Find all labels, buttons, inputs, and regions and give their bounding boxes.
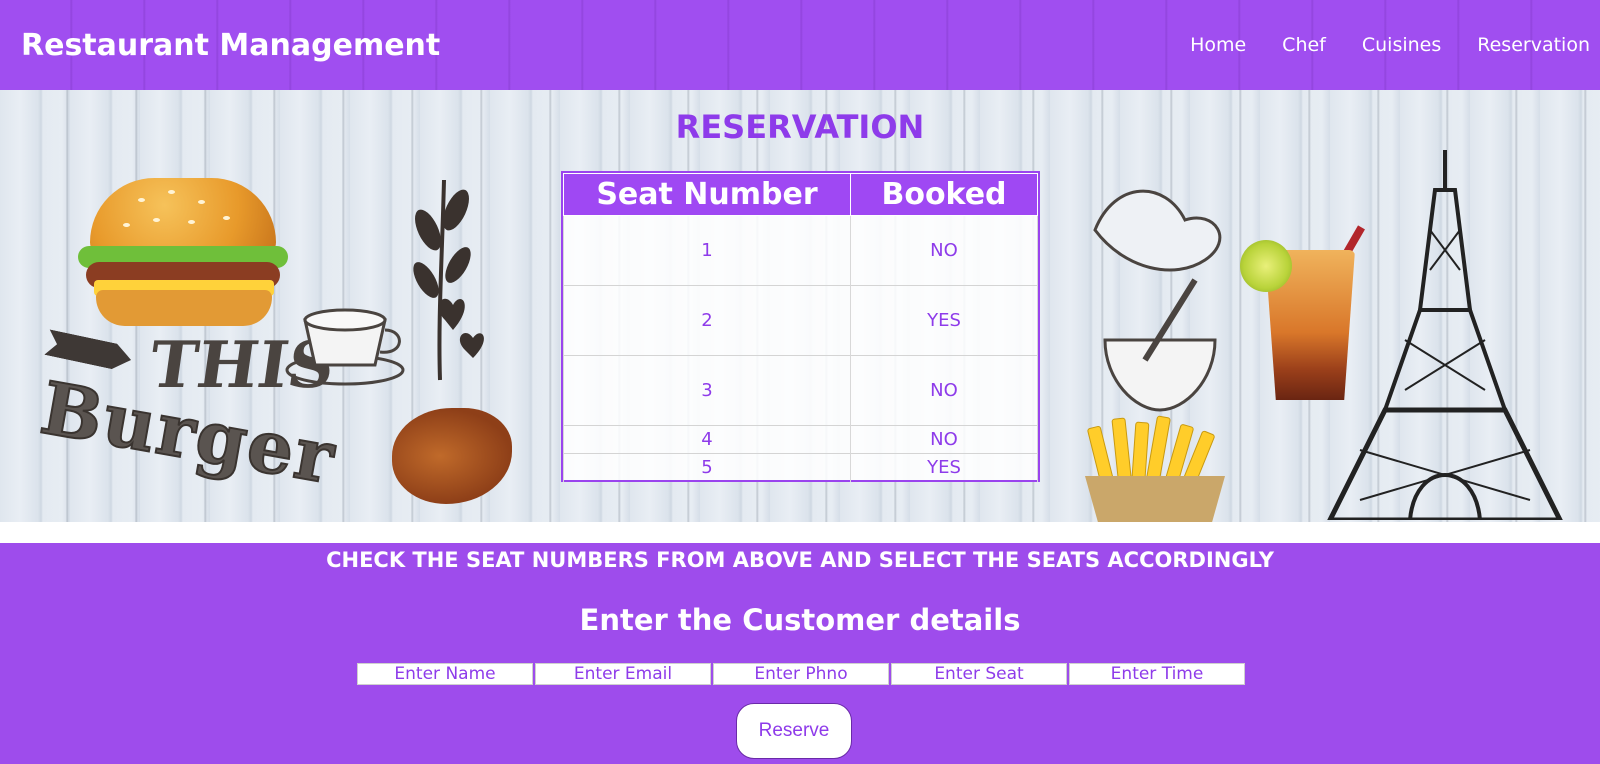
table-row: 5 YES [563,453,1038,482]
customer-details-title: Enter the Customer details [579,603,1021,637]
eiffel-tower-illustration [1327,150,1563,520]
lime-slice-illustration [1240,240,1292,292]
reservation-title: RESERVATION [675,108,925,146]
email-input[interactable] [535,663,711,685]
heart-doodle-icon [438,298,484,358]
phone-input[interactable] [713,663,889,685]
fries-illustration [1075,415,1235,522]
seat-instruction-text: CHECK THE SEAT NUMBERS FROM ABOVE AND SE… [326,548,1274,572]
seat-table-container: Seat Number Booked 1 NO 2 YES 3 NO 4 NO [561,171,1040,482]
name-input[interactable] [357,663,533,685]
seat-table: Seat Number Booked 1 NO 2 YES 3 NO 4 NO [563,173,1038,482]
nav-home-link[interactable]: Home [1190,34,1246,56]
booked-cell: NO [850,355,1038,426]
booked-cell: NO [850,215,1038,286]
table-row: 3 NO [563,355,1038,426]
nav-cuisines-link[interactable]: Cuisines [1362,34,1441,56]
reserve-button[interactable]: Reserve [736,703,852,759]
seat-number-cell: 2 [563,285,851,356]
brand-title[interactable]: Restaurant Management [21,28,440,63]
customer-inputs-row [357,663,1245,685]
seat-number-cell: 4 [563,425,851,454]
table-row: 1 NO [563,215,1038,286]
time-input[interactable] [1069,663,1245,685]
booked-cell: NO [850,425,1038,454]
nav-reservation-link[interactable]: Reservation [1477,34,1590,56]
coffee-cup-doodle-icon [285,308,405,386]
seat-number-cell: 1 [563,215,851,286]
seat-input[interactable] [891,663,1067,685]
seat-number-cell: 5 [563,453,851,482]
burger-illustration [78,178,288,328]
herb-mortar-doodle-icon [1093,189,1222,412]
nav-chef-link[interactable]: Chef [1282,34,1326,56]
customer-form-section: CHECK THE SEAT NUMBERS FROM ABOVE AND SE… [0,543,1600,764]
seat-number-header: Seat Number [563,173,851,216]
booked-cell: YES [850,285,1038,356]
seat-number-cell: 3 [563,355,851,426]
booked-cell: YES [850,453,1038,482]
table-row: 2 YES [563,285,1038,356]
booked-header: Booked [850,173,1038,216]
top-navbar: Restaurant Management Home Chef Cuisines… [0,0,1600,90]
table-row: 4 NO [563,425,1038,454]
main-nav: Home Chef Cuisines Reservation [1154,34,1590,56]
